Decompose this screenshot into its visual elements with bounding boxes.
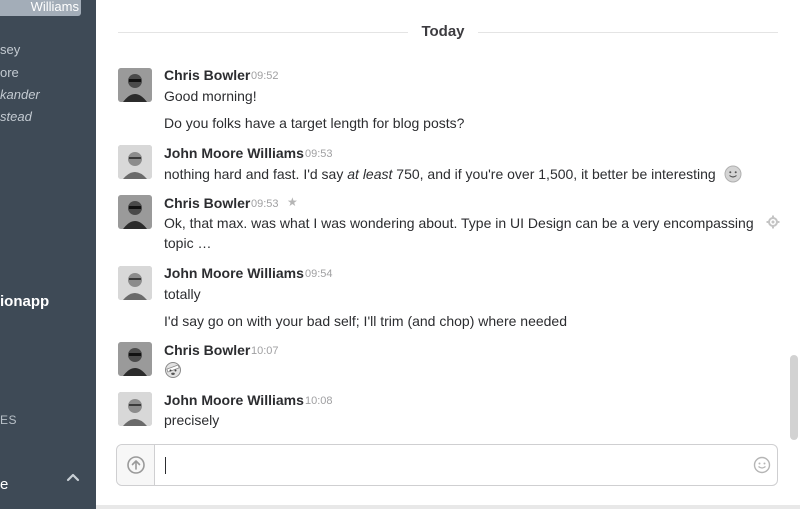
- message-text: I'd say go on with your bad self; I'll t…: [164, 313, 568, 329]
- avatar[interactable]: [118, 266, 152, 300]
- message-text: totally: [164, 286, 201, 302]
- upload-arrow-icon: [127, 456, 145, 474]
- avatar[interactable]: [118, 195, 152, 229]
- gear-icon[interactable]: [766, 215, 780, 229]
- message-input[interactable]: [161, 451, 751, 479]
- message-timestamp[interactable]: 09:53: [251, 198, 279, 210]
- message-text-emphasis: at least: [347, 166, 393, 182]
- message-timestamp[interactable]: 09:53: [305, 148, 333, 160]
- message-timestamp[interactable]: 10:07: [251, 345, 279, 357]
- message-text: topic …: [164, 235, 212, 251]
- message-text: precisely: [164, 412, 220, 428]
- sidebar: Williams sey ore kander stead ionapp ES …: [0, 0, 96, 509]
- message-author[interactable]: Chris Bowler: [164, 342, 250, 358]
- text-caret: [165, 457, 166, 474]
- sidebar-bottom-label[interactable]: e: [0, 476, 8, 493]
- message-text: Good morning!: [164, 88, 257, 104]
- message-text-part: nothing hard and fast. I'd say: [164, 166, 348, 182]
- emoji-picker-icon[interactable]: [753, 456, 771, 474]
- avatar[interactable]: [118, 145, 152, 179]
- message-text: Do you folks have a target length for bl…: [164, 115, 465, 131]
- sidebar-item[interactable]: ore: [0, 65, 96, 80]
- message-text: Ok, that max. was what I was wondering a…: [164, 215, 754, 231]
- avatar[interactable]: [118, 392, 152, 426]
- message-text-part: 750, and if you're over 1,500, it better…: [392, 166, 716, 182]
- upload-button[interactable]: [117, 445, 155, 485]
- message-composer: [116, 444, 778, 486]
- message-timestamp[interactable]: 09:54: [305, 268, 333, 280]
- message-timestamp[interactable]: 09:52: [251, 70, 279, 82]
- divider-line: [478, 32, 778, 33]
- message-author[interactable]: Chris Bowler: [164, 67, 250, 83]
- scrollbar[interactable]: [790, 355, 798, 440]
- message-timestamp[interactable]: 10:08: [305, 395, 333, 407]
- window-bottom-border: [96, 505, 800, 509]
- message-author[interactable]: John Moore Williams: [164, 265, 304, 281]
- smile-emoji-icon: [724, 165, 742, 183]
- star-icon[interactable]: ★: [287, 195, 298, 209]
- sidebar-item-active[interactable]: Williams: [0, 0, 81, 16]
- sidebar-item[interactable]: sey: [0, 42, 96, 57]
- message-author[interactable]: John Moore Williams: [164, 392, 304, 408]
- sidebar-item[interactable]: kander: [0, 87, 96, 102]
- chevron-up-icon[interactable]: [64, 468, 82, 486]
- message-pane: Today Chris Bowler 09:52 Good morning! D…: [96, 0, 800, 509]
- message-text: nothing hard and fast. I'd say at least …: [164, 165, 742, 183]
- message-author[interactable]: Chris Bowler: [164, 195, 250, 211]
- day-divider-label: Today: [421, 23, 465, 40]
- message-author[interactable]: John Moore Williams: [164, 145, 304, 161]
- avatar[interactable]: [118, 342, 152, 376]
- divider-line: [118, 32, 408, 33]
- avatar[interactable]: [118, 68, 152, 102]
- team-name[interactable]: ionapp: [0, 293, 49, 310]
- bandage-face-emoji-icon: [165, 362, 181, 378]
- sidebar-item[interactable]: stead: [0, 109, 96, 124]
- sidebar-section-header[interactable]: ES: [0, 413, 17, 427]
